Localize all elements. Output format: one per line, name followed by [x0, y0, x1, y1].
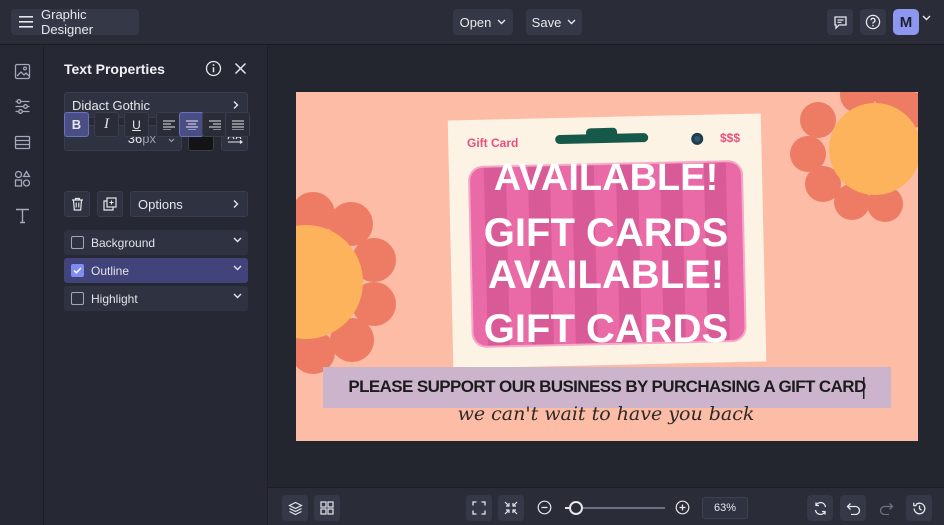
card-line-1: AVAILABLE!	[493, 157, 719, 199]
italic-icon: I	[104, 116, 109, 132]
background-checkbox[interactable]	[71, 236, 84, 249]
align-right-button[interactable]	[202, 112, 227, 137]
headline-text[interactable]: PLEASE SUPPORT OUR BUSINESS BY PURCHASIN…	[326, 377, 888, 397]
align-left-button[interactable]	[156, 112, 181, 137]
font-family-value: Didact Gothic	[72, 97, 151, 113]
save-button[interactable]: Save	[526, 9, 582, 35]
delete-button[interactable]	[64, 191, 90, 217]
top-bar: Graphic Designer Open Save M	[0, 0, 944, 45]
comment-icon	[833, 15, 848, 30]
align-justify-icon	[231, 119, 244, 130]
grid-icon	[320, 501, 334, 515]
bold-button[interactable]: B	[64, 112, 89, 137]
card-price: $$$	[720, 131, 741, 145]
design-canvas[interactable]: Gift Card $$$ AVAILABLE! GIFT CARDS AVAI…	[296, 92, 918, 441]
trash-icon	[71, 197, 84, 211]
bold-icon: B	[71, 117, 82, 132]
outline-checkbox[interactable]	[71, 264, 84, 277]
help-icon	[865, 14, 881, 30]
background-label: Background	[91, 235, 156, 250]
options-label: Options	[138, 196, 183, 212]
chevron-down-icon	[233, 265, 242, 271]
comments-button[interactable]	[827, 9, 853, 35]
outline-label: Outline	[91, 263, 130, 278]
highlight-label: Highlight	[91, 291, 138, 306]
account-chevron-down-icon[interactable]	[922, 15, 931, 21]
card-line-3: AVAILABLE!	[487, 253, 725, 297]
info-icon[interactable]	[204, 59, 222, 77]
align-justify-button[interactable]	[225, 112, 250, 137]
collapse-icon	[504, 501, 518, 515]
align-center-button[interactable]	[179, 112, 204, 137]
card-label: Gift Card	[467, 136, 519, 150]
chevron-down-icon	[233, 237, 242, 243]
align-right-icon	[208, 119, 221, 130]
underline-button[interactable]: U	[124, 112, 149, 137]
tool-rail	[0, 45, 44, 525]
text-tool-icon[interactable]	[12, 205, 32, 225]
layers-button[interactable]	[282, 495, 308, 521]
layout-icon[interactable]	[12, 132, 32, 152]
align-left-icon	[162, 119, 175, 130]
highlight-checkbox[interactable]	[71, 292, 84, 305]
chevron-down-icon	[497, 19, 506, 25]
shrink-button[interactable]	[498, 495, 524, 521]
duplicate-button[interactable]	[97, 191, 123, 217]
avatar[interactable]: M	[893, 9, 919, 35]
card-line-2: GIFT CARDS	[483, 211, 729, 255]
checkmark-icon	[73, 267, 82, 274]
open-button[interactable]: Open	[453, 9, 513, 35]
open-button-label: Open	[459, 14, 492, 30]
shapes-icon[interactable]	[12, 168, 32, 188]
app-title: Graphic Designer	[41, 7, 94, 37]
chevron-right-icon	[233, 101, 239, 110]
zoom-in-icon[interactable]	[675, 500, 690, 515]
zoom-level[interactable]: 63%	[702, 497, 748, 519]
expand-icon	[472, 501, 486, 515]
redo-icon	[879, 502, 894, 515]
save-button-label: Save	[531, 14, 562, 30]
image-icon[interactable]	[12, 61, 32, 81]
history-button[interactable]	[906, 495, 932, 521]
sliders-icon[interactable]	[12, 96, 32, 116]
duplicate-icon	[103, 197, 117, 211]
panel-title: Text Properties	[64, 61, 165, 77]
undo-icon	[846, 502, 861, 515]
background-accordion[interactable]: Background	[64, 230, 248, 255]
outline-accordion[interactable]: Outline	[64, 258, 248, 283]
left-flower	[296, 192, 396, 374]
undo-button[interactable]	[840, 495, 866, 521]
options-select[interactable]: Options	[130, 191, 248, 217]
underline-icon: U	[132, 117, 141, 132]
sync-icon	[813, 501, 828, 516]
help-button[interactable]	[860, 9, 886, 35]
italic-button[interactable]: I	[94, 112, 119, 137]
zoom-out-icon[interactable]	[537, 500, 552, 515]
tagline-text[interactable]: we can't wait to have you back	[436, 403, 776, 425]
layers-icon	[287, 501, 303, 516]
close-icon[interactable]	[231, 59, 249, 77]
fit-screen-button[interactable]	[466, 495, 492, 521]
align-center-icon	[185, 119, 198, 130]
chevron-down-icon	[567, 19, 576, 25]
history-icon	[912, 501, 927, 516]
grid-button[interactable]	[314, 495, 340, 521]
redo-button[interactable]	[873, 495, 899, 521]
sync-button[interactable]	[807, 495, 833, 521]
right-flower	[790, 92, 918, 222]
chevron-right-icon	[233, 200, 239, 209]
zoom-slider-handle[interactable]	[569, 501, 583, 515]
hamburger-icon	[19, 16, 33, 28]
highlight-accordion[interactable]: Highlight	[64, 286, 248, 311]
chevron-down-icon	[233, 293, 242, 299]
chevron-down-icon	[168, 138, 175, 143]
card-line-4: GIFT CARDS	[483, 307, 729, 351]
app-menu-button[interactable]: Graphic Designer	[11, 7, 139, 37]
